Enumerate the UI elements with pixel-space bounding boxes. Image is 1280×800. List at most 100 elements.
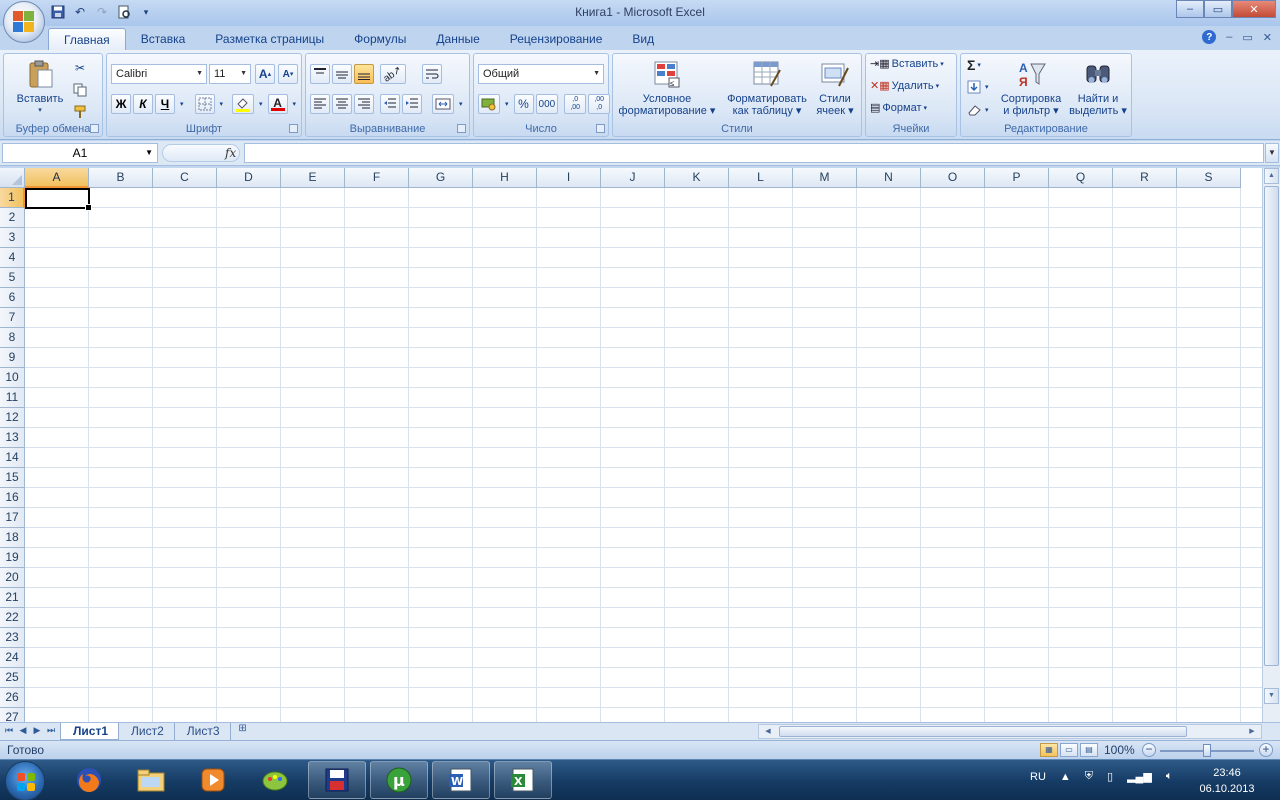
chevron-down-icon[interactable]: ▾ — [456, 94, 466, 114]
column-header[interactable]: D — [217, 168, 281, 188]
select-all-corner[interactable] — [0, 168, 25, 188]
column-header[interactable]: L — [729, 168, 793, 188]
column-header[interactable]: R — [1113, 168, 1177, 188]
row-header[interactable]: 14 — [0, 448, 25, 468]
chevron-down-icon[interactable]: ▾ — [502, 94, 512, 114]
horizontal-scroll-thumb[interactable] — [779, 726, 1187, 737]
conditional-formatting-button[interactable]: ≤ Условное форматирование ▾ — [617, 58, 717, 117]
next-sheet-icon[interactable]: ▶ — [32, 725, 42, 736]
show-hidden-icons-icon[interactable]: ▲ — [1060, 771, 1071, 783]
chevron-down-icon[interactable]: ▾ — [177, 94, 187, 114]
align-center-icon[interactable] — [332, 94, 352, 114]
bold-button[interactable]: Ж — [111, 94, 131, 114]
scroll-left-icon[interactable]: ◀ — [761, 725, 775, 738]
workbook-close-button[interactable]: ✕ — [1263, 31, 1272, 44]
alignment-launcher-icon[interactable] — [457, 124, 466, 133]
column-header[interactable]: I — [537, 168, 601, 188]
media-player-icon[interactable] — [184, 761, 242, 799]
row-header[interactable]: 11 — [0, 388, 25, 408]
format-as-table-button[interactable]: Форматировать как таблицу ▾ — [721, 58, 813, 117]
number-launcher-icon[interactable] — [596, 124, 605, 133]
align-bottom-icon[interactable] — [354, 64, 374, 84]
align-middle-icon[interactable] — [332, 64, 352, 84]
row-header[interactable]: 6 — [0, 288, 25, 308]
excel-icon[interactable]: X — [494, 761, 552, 799]
page-break-view-icon[interactable]: ▤ — [1080, 743, 1098, 757]
align-top-icon[interactable] — [310, 64, 330, 84]
row-header[interactable]: 22 — [0, 608, 25, 628]
merge-center-icon[interactable] — [432, 94, 454, 114]
row-header[interactable]: 24 — [0, 648, 25, 668]
help-icon[interactable]: ? — [1202, 30, 1217, 44]
prev-sheet-icon[interactable]: ◀ — [18, 725, 28, 736]
tab-data[interactable]: Данные — [421, 28, 494, 50]
vertical-scrollbar[interactable]: ▲ ▼ — [1262, 168, 1280, 722]
formula-input[interactable] — [244, 143, 1264, 163]
maximize-button[interactable]: ▭ — [1204, 0, 1232, 18]
row-header[interactable]: 13 — [0, 428, 25, 448]
borders-icon[interactable] — [194, 94, 215, 114]
font-launcher-icon[interactable] — [289, 124, 298, 133]
decrease-indent-icon[interactable] — [380, 94, 400, 114]
last-sheet-icon[interactable]: ⏭ — [46, 725, 56, 736]
insert-cells-button[interactable]: ⇥▦ Вставить ▾ — [870, 57, 944, 71]
column-header[interactable]: E — [281, 168, 345, 188]
zoom-in-icon[interactable]: + — [1259, 743, 1273, 757]
column-header[interactable]: Q — [1049, 168, 1113, 188]
cut-icon[interactable]: ✂ — [70, 58, 90, 78]
shrink-font-button[interactable]: A ▾ — [278, 64, 298, 84]
cell-styles-button[interactable]: Стили ячеек ▾ — [811, 58, 859, 117]
row-header[interactable]: 21 — [0, 588, 25, 608]
column-header[interactable]: O — [921, 168, 985, 188]
font-size-combo[interactable]: 11 ▼ — [209, 64, 251, 84]
zoom-out-icon[interactable]: − — [1142, 743, 1156, 757]
scroll-up-icon[interactable]: ▲ — [1264, 168, 1279, 184]
tab-view[interactable]: Вид — [617, 28, 669, 50]
align-left-icon[interactable] — [310, 94, 330, 114]
insert-function-button[interactable]: fx — [225, 146, 236, 160]
chevron-down-icon[interactable]: ▾ — [290, 94, 300, 114]
tab-home[interactable]: Главная — [48, 28, 126, 50]
format-painter-icon[interactable] — [70, 102, 90, 122]
row-header[interactable]: 15 — [0, 468, 25, 488]
tab-insert[interactable]: Вставка — [126, 28, 201, 50]
workbook-minimize-button[interactable]: – — [1226, 31, 1232, 43]
percent-button[interactable]: % — [513, 94, 534, 114]
sort-filter-button[interactable]: AЯ Сортировка и фильтр ▾ — [995, 58, 1067, 117]
utorrent-icon[interactable]: µ — [370, 761, 428, 799]
vertical-scroll-thumb[interactable] — [1264, 186, 1279, 666]
zoom-level[interactable]: 100% — [1104, 743, 1135, 757]
paste-button[interactable]: Вставить ▾ — [12, 58, 68, 117]
clear-button[interactable]: ▾ — [967, 103, 989, 117]
fill-color-icon[interactable] — [232, 94, 255, 114]
orientation-icon[interactable]: ab↗ — [380, 64, 406, 84]
sheet-tab-3[interactable]: Лист3 — [175, 723, 231, 740]
taskbar-clock[interactable]: 23:46 06.10.2013 — [1192, 765, 1262, 797]
scroll-right-icon[interactable]: ▶ — [1245, 725, 1259, 738]
column-header[interactable]: F — [345, 168, 409, 188]
column-header[interactable]: S — [1177, 168, 1241, 188]
column-header[interactable]: H — [473, 168, 537, 188]
column-header[interactable]: P — [985, 168, 1049, 188]
delete-cells-button[interactable]: ✕▦ Удалить ▾ — [870, 79, 939, 93]
column-header[interactable]: A — [25, 168, 89, 188]
row-header[interactable]: 17 — [0, 508, 25, 528]
tab-review[interactable]: Рецензирование — [495, 28, 618, 50]
row-header[interactable]: 16 — [0, 488, 25, 508]
format-cells-button[interactable]: ▤ Формат ▾ — [870, 101, 927, 115]
explorer-icon[interactable] — [122, 761, 180, 799]
fill-button[interactable]: ▾ — [967, 80, 989, 94]
tab-formulas[interactable]: Формулы — [339, 28, 421, 50]
row-header[interactable]: 4 — [0, 248, 25, 268]
volume-icon[interactable]: 🔈︎ — [1166, 770, 1173, 783]
horizontal-scrollbar[interactable]: ◀ ▶ — [758, 724, 1262, 739]
autosum-button[interactable]: Σ ▾ — [967, 57, 981, 73]
clipboard-launcher-icon[interactable] — [90, 124, 99, 133]
wrap-text-icon[interactable] — [421, 64, 442, 84]
row-header[interactable]: 20 — [0, 568, 25, 588]
align-right-icon[interactable] — [354, 94, 374, 114]
row-header[interactable]: 10 — [0, 368, 25, 388]
paint-icon[interactable] — [246, 761, 304, 799]
decrease-decimal-button[interactable]: ,00 ,0 — [588, 94, 611, 114]
power-icon[interactable]: ▯ — [1107, 770, 1113, 783]
